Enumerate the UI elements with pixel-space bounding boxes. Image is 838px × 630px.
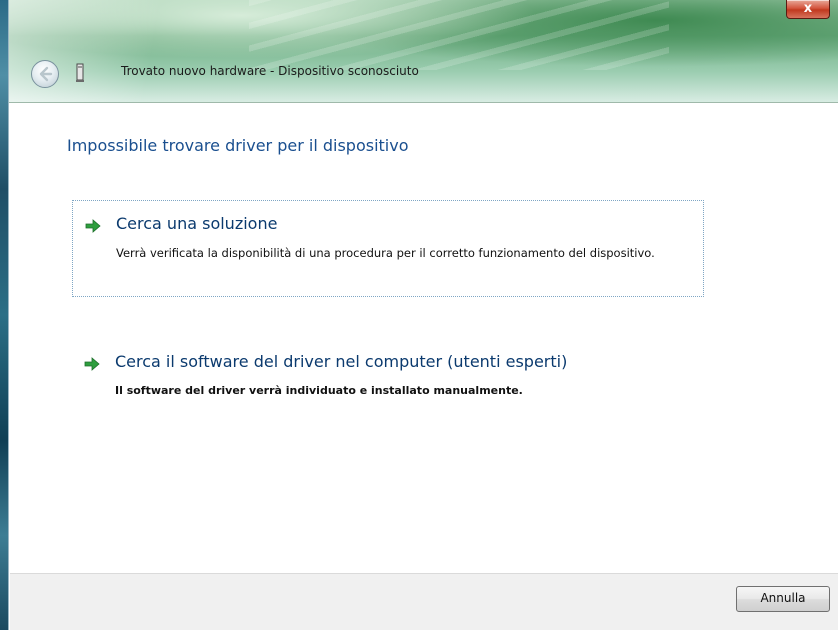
option-description: Verrà verificata la disponibilità di una…: [116, 246, 655, 260]
cancel-button[interactable]: Annulla: [736, 586, 830, 612]
window-title: Trovato nuovo hardware - Dispositivo sco…: [121, 64, 419, 78]
close-icon[interactable]: x: [804, 1, 812, 16]
window-frame-left: [0, 0, 9, 630]
back-button[interactable]: [31, 60, 59, 88]
option-title[interactable]: Cerca il software del driver nel compute…: [115, 352, 567, 371]
option-description: Il software del driver verrà individuato…: [115, 384, 523, 397]
green-arrow-icon: [84, 357, 100, 371]
option-title[interactable]: Cerca una soluzione: [116, 214, 277, 233]
title-bar: x Trovato nuovo hardware - Dispositivo s…: [9, 0, 838, 103]
back-arrow-icon: [39, 66, 53, 82]
footer-bar: Annulla: [10, 573, 838, 630]
close-button[interactable]: x: [786, 0, 830, 19]
page-heading: Impossibile trovare driver per il dispos…: [67, 136, 409, 155]
option-search-solution[interactable]: Cerca una soluzione Verrà verificata la …: [72, 200, 704, 297]
green-arrow-icon: [85, 219, 101, 233]
dialog-window: x Trovato nuovo hardware - Dispositivo s…: [0, 0, 838, 630]
hardware-device-icon: [76, 63, 84, 82]
option-browse-driver[interactable]: Cerca il software del driver nel compute…: [72, 346, 704, 412]
content-area: Impossibile trovare driver per il dispos…: [10, 103, 838, 573]
